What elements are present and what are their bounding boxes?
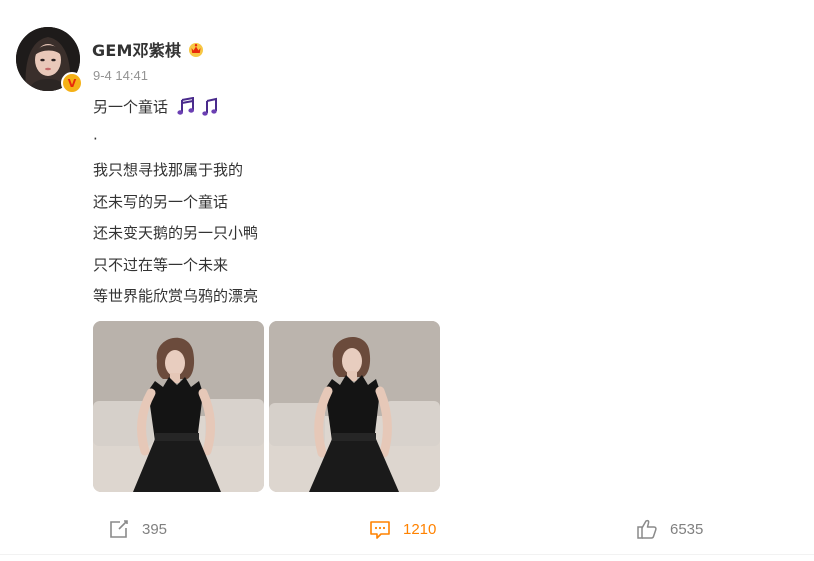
post-timestamp[interactable]: 9-4 14:41 [93, 68, 148, 83]
comment-button[interactable]: 1210 [369, 518, 436, 540]
repost-button[interactable]: 395 [108, 518, 167, 540]
user-name[interactable]: GEM邓紫棋 [92, 37, 181, 61]
thumbs-up-icon [637, 519, 657, 539]
post-text: 另一个童话 · 我只想寻找那属于我的 还未写的另一个童话 还未变天鹅的另一只小鸭… [93, 95, 593, 316]
weibo-post: V GEM邓紫棋 9-4 14:41 另一个童话 · 我只想寻找那属于我的 还未… [0, 0, 814, 561]
user-line: GEM邓紫棋 [92, 38, 205, 60]
post-title-line: 另一个童话 [93, 95, 593, 127]
text-line: · [93, 129, 98, 148]
text-line: 还未写的另一个童话 [93, 192, 229, 211]
music-note-emoji [202, 97, 218, 116]
verified-badge: V [61, 72, 83, 94]
post-image[interactable] [269, 321, 440, 492]
action-bar: 395 1210 6535 [0, 512, 814, 548]
comment-count: 1210 [403, 520, 437, 538]
repost-count: 395 [142, 520, 168, 538]
post-image[interactable] [93, 321, 264, 492]
avatar[interactable]: V [16, 27, 83, 94]
share-icon [110, 520, 128, 538]
text-line: 我只想寻找那属于我的 [93, 161, 244, 179]
text-line: 另一个童话 [93, 98, 169, 116]
comment-icon [370, 521, 390, 539]
text-line: 等世界能欣赏乌鸦的漂亮 [93, 287, 259, 305]
text-line: 只不过在等一个未来 [93, 255, 229, 274]
like-count: 6535 [670, 520, 704, 538]
text-line: 还未变天鹅的另一只小鸭 [93, 224, 259, 242]
divider [0, 554, 814, 555]
like-button[interactable]: 6535 [636, 518, 703, 540]
crown-icon[interactable] [187, 41, 205, 57]
music-notes-emoji [177, 97, 195, 115]
